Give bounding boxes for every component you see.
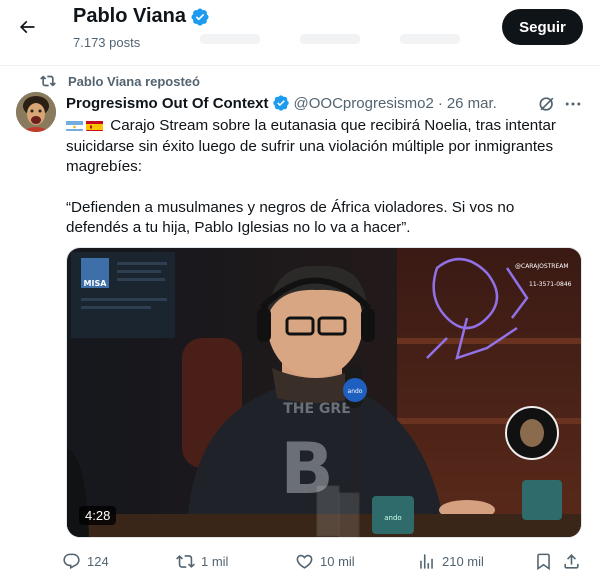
video-player[interactable]: MISA @CARAJOSTREAM 11-3571-0846 THE GRE … [66,247,582,538]
more-icon[interactable] [563,94,583,114]
bookmark-icon [537,553,550,570]
author-name[interactable]: Progresismo Out Of Context [66,95,269,112]
spain-flag-icon [86,119,103,131]
repost-count: 1 mil [201,553,229,569]
like-count: 10 mil [320,553,355,569]
video-thumbnail: MISA @CARAJOSTREAM 11-3571-0846 THE GRE … [67,248,581,537]
mic-text: ando [348,388,363,395]
tweet-date[interactable]: 26 mar. [447,95,497,112]
author-handle[interactable]: @OOCprogresismo2 [294,95,434,112]
bookmark-button[interactable] [534,551,553,571]
tweet-text-line2: “Defienden a musulmanes y negros de Áfri… [66,198,515,237]
tweet-header: Progresismo Out Of Context @OOCprogresis… [66,94,497,112]
mug-text: ando [384,514,401,522]
video-duration: 4:28 [79,506,117,525]
tweet-body: Carajo Stream sobre la eutanasia que rec… [66,116,576,259]
reply-button[interactable]: 124 [62,551,109,571]
reply-count: 124 [87,553,109,569]
repost-icon [176,554,195,568]
separator-dot: · [437,94,443,112]
avatar-image [16,92,56,132]
tweet-actions: 124 1 mil 10 mil 210 mil [62,551,582,571]
views-button[interactable]: 210 mil [417,551,484,571]
follow-button[interactable]: Seguir [502,9,583,45]
back-button[interactable] [10,10,44,44]
overlay-phone: 11-3571-0846 [529,281,572,288]
verified-icon [191,7,209,26]
repost-indicator[interactable]: Pablo Viana reposteó [40,73,200,89]
repost-icon [40,75,56,87]
views-count: 210 mil [442,553,484,569]
header-title: Pablo Viana [73,5,210,28]
like-icon [296,554,313,569]
verified-icon [272,95,289,111]
avatar[interactable] [16,92,56,132]
share-button[interactable] [562,551,581,571]
argentina-flag-icon [66,119,83,131]
like-button[interactable]: 10 mil [295,551,355,571]
grok-icon[interactable] [537,94,557,114]
header-divider [0,65,600,66]
views-icon [420,553,433,569]
posts-count: 7.173 posts [73,35,141,50]
header-name-text: Pablo Viana [73,5,187,27]
tweet-text-line1: Carajo Stream sobre la eutanasia que rec… [66,117,556,175]
faded-background-tabs [200,34,500,48]
overlay-handle: @CARAJOSTREAM [515,263,569,270]
svg-text:THE GRE: THE GRE [283,401,351,417]
profile-header: Pablo Viana 7.173 posts Seguir [0,0,600,57]
share-icon [564,553,579,569]
reply-icon [63,553,80,569]
repost-text: Pablo Viana reposteó [68,73,200,89]
overlay-logo: MISA [84,279,108,288]
repost-button[interactable]: 1 mil [176,551,228,571]
back-arrow-icon [19,20,35,34]
